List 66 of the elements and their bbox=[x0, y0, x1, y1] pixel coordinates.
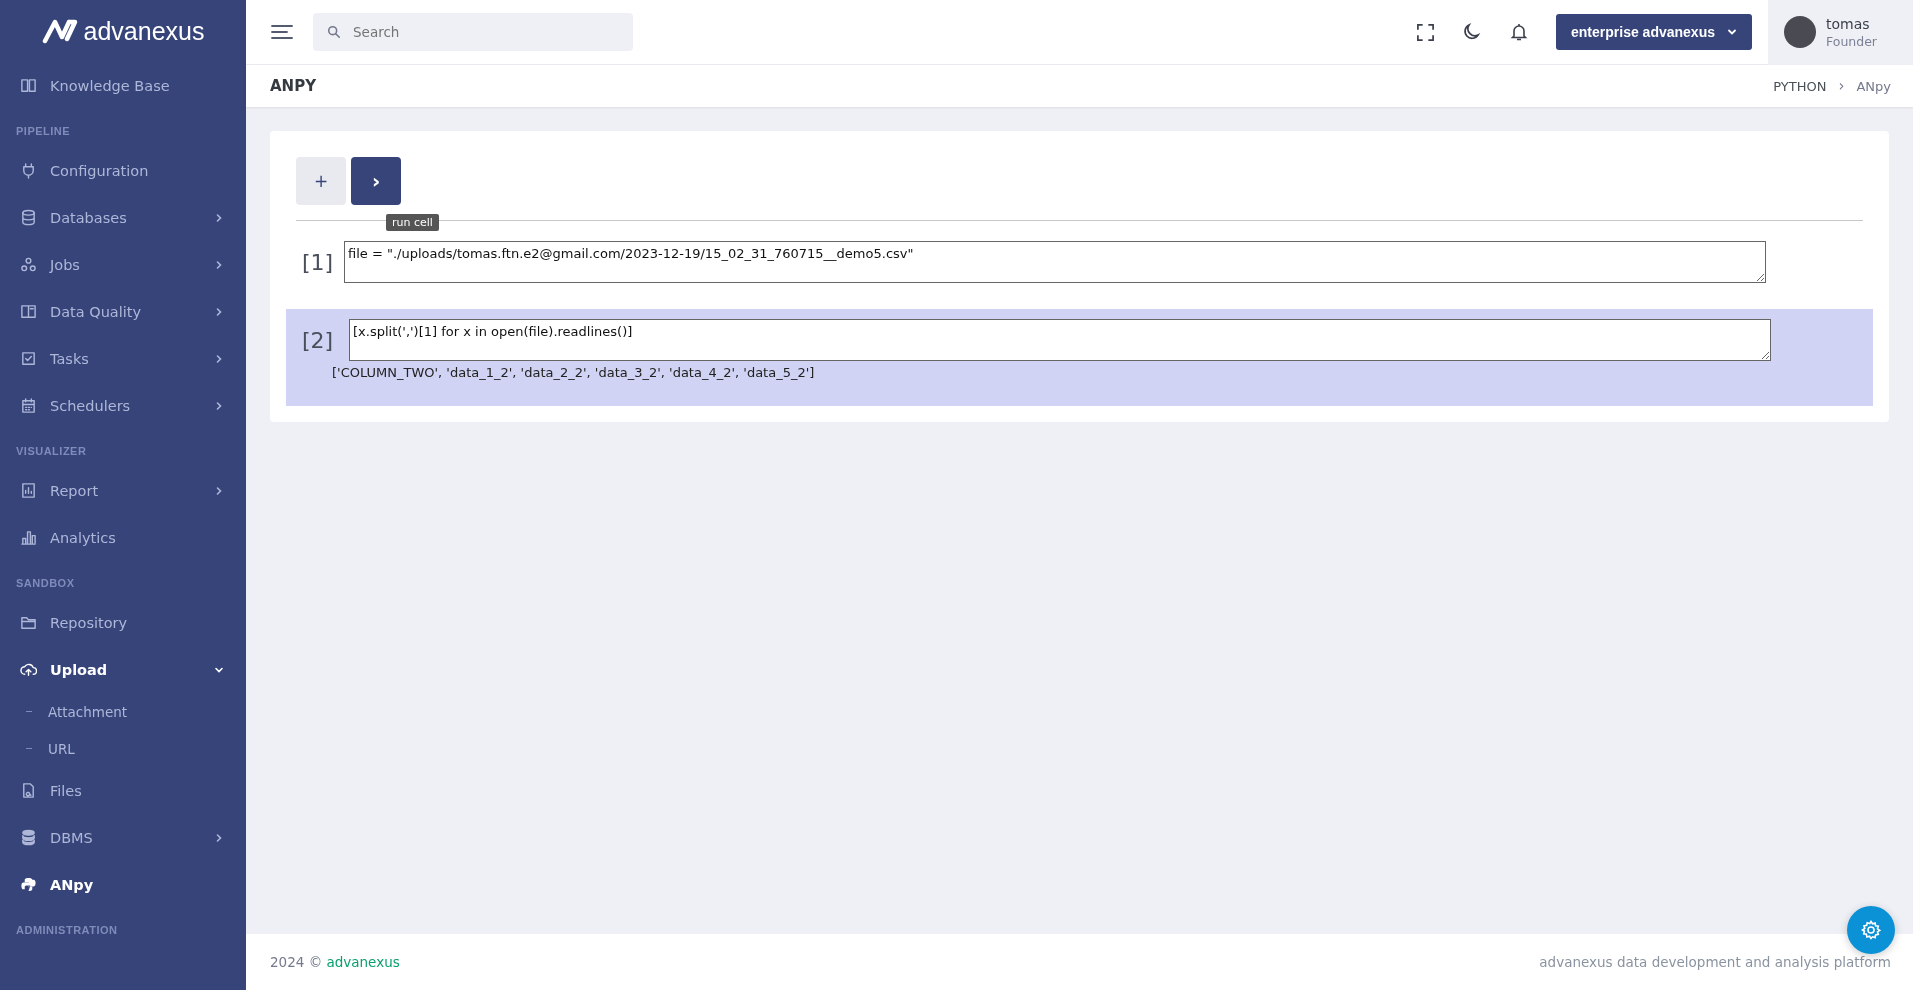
sidebar-item[interactable]: Repository bbox=[0, 599, 246, 646]
sidebar-item[interactable]: DBMS bbox=[0, 814, 246, 861]
sidebar-subitem[interactable]: Attachment bbox=[0, 693, 246, 730]
fullscreen-icon[interactable] bbox=[1416, 22, 1436, 42]
sidebar-item[interactable]: Analytics bbox=[0, 514, 246, 561]
folder-icon bbox=[20, 614, 37, 631]
copyright-text: 2024 © bbox=[270, 954, 323, 970]
section-heading: VISUALIZER bbox=[15, 444, 88, 459]
dash-icon bbox=[26, 748, 32, 749]
panel-icon bbox=[20, 303, 37, 320]
report-icon bbox=[20, 482, 37, 499]
user-name: tomas bbox=[1826, 15, 1871, 32]
sidebar-item[interactable]: Files bbox=[0, 767, 246, 814]
sidebar-item[interactable]: Upload bbox=[0, 646, 246, 693]
sidebar-item[interactable]: Data Quality bbox=[0, 288, 246, 335]
search-icon bbox=[327, 25, 341, 39]
sidebar-item[interactable]: ANpy bbox=[0, 861, 246, 908]
sidebar-item[interactable]: Databases bbox=[0, 194, 246, 241]
dash-icon bbox=[26, 711, 32, 712]
search-field[interactable]: Search bbox=[313, 13, 633, 51]
bars-icon bbox=[20, 529, 37, 546]
sidebar-item[interactable]: Jobs bbox=[0, 241, 246, 288]
sidebar-item[interactable]: Report bbox=[0, 467, 246, 514]
settings-button[interactable] bbox=[1847, 906, 1895, 954]
section-heading: PIPELINE bbox=[15, 124, 72, 139]
caret-icon bbox=[1727, 27, 1737, 37]
check-icon bbox=[20, 350, 37, 367]
user-role: Founder bbox=[1826, 33, 1877, 49]
dbfill-icon bbox=[20, 829, 37, 846]
menu-icon[interactable] bbox=[271, 24, 293, 40]
sidebar-subitem[interactable]: URL bbox=[0, 730, 246, 767]
workspace-dropdown[interactable]: enterprise advanexus bbox=[1556, 14, 1752, 50]
plug-icon bbox=[20, 162, 37, 179]
jobs-icon bbox=[20, 256, 37, 273]
code-input[interactable]: file = "./uploads/tomas.ftn.e2@gmail.com/2023-12-19/15_02_31_760715__demo5.csv" bbox=[344, 241, 1766, 283]
sidebar-item[interactable]: Tasks bbox=[0, 335, 246, 382]
bell-icon[interactable] bbox=[1509, 22, 1530, 42]
breadcrumb-link[interactable]: ANpy bbox=[1856, 78, 1891, 94]
brand-name: advanexus bbox=[83, 16, 205, 46]
user-menu[interactable]: tomas Founder bbox=[1768, 0, 1913, 65]
settings-icon bbox=[1861, 920, 1881, 940]
footer-link[interactable]: advanexus bbox=[326, 954, 400, 970]
breadcrumb-separator: › bbox=[1838, 77, 1845, 95]
cell-number: [2] bbox=[302, 327, 335, 353]
sidebar-item[interactable]: Configuration bbox=[0, 147, 246, 194]
logo-icon bbox=[41, 18, 78, 44]
add-cell-button[interactable]: + bbox=[296, 157, 346, 205]
cell-output: ['COLUMN_TWO', 'data_1_2', 'data_2_2', 'data_3_2', 'data_4_2', 'data_5_2'] bbox=[331, 364, 816, 380]
tooltip: run cell bbox=[386, 214, 439, 231]
page-title: ANPY bbox=[270, 77, 317, 95]
sidebar-item[interactable]: Schedulers bbox=[0, 382, 246, 429]
cal-icon bbox=[20, 397, 37, 414]
section-heading: ADMINISTRATION bbox=[15, 923, 119, 938]
cloud-icon bbox=[20, 661, 37, 678]
code-input[interactable]: [x.split(',')[1] for x in open(file).readlines()] bbox=[349, 319, 1771, 361]
sidebar-item[interactable]: Knowledge Base bbox=[0, 62, 246, 109]
file-icon bbox=[20, 782, 37, 799]
book-icon bbox=[20, 77, 37, 94]
moon-icon[interactable] bbox=[1462, 22, 1483, 42]
section-heading: SANDBOX bbox=[15, 576, 76, 591]
cell-number: [1] bbox=[302, 249, 334, 275]
db-icon bbox=[20, 209, 37, 226]
run-cell-button[interactable]: › bbox=[351, 157, 401, 205]
footer-tagline: advanexus data development and analysis platform bbox=[1539, 954, 1891, 970]
avatar bbox=[1784, 16, 1816, 48]
breadcrumb-link[interactable]: PYTHON bbox=[1773, 78, 1827, 94]
